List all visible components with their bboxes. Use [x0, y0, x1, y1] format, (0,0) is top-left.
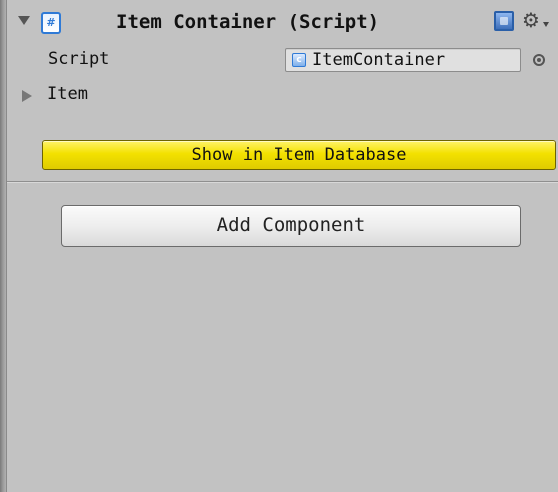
object-picker-icon[interactable]	[533, 54, 545, 66]
script-file-icon: c	[292, 53, 306, 67]
csharp-script-icon: #	[41, 12, 61, 34]
component-title: Item Container (Script)	[116, 11, 380, 33]
add-component-button[interactable]: Add Component	[61, 205, 521, 247]
script-object-field[interactable]: c ItemContainer	[285, 48, 521, 72]
help-book-icon[interactable]	[494, 11, 514, 31]
component-divider	[7, 181, 558, 183]
inspector-panel: # Item Container (Script) ⚙ Script c Ite…	[0, 0, 558, 492]
component-header[interactable]: # Item Container (Script) ⚙	[18, 4, 558, 40]
item-foldout-label[interactable]: Item	[47, 84, 88, 104]
panel-left-border	[0, 0, 7, 492]
foldout-collapsed-icon[interactable]	[22, 90, 32, 102]
gear-icon[interactable]: ⚙	[522, 8, 540, 32]
show-in-item-database-button[interactable]: Show in Item Database	[42, 140, 556, 170]
script-field-value: ItemContainer	[312, 50, 446, 70]
chevron-down-icon[interactable]	[543, 22, 549, 27]
foldout-expanded-icon[interactable]	[18, 16, 30, 25]
script-field-label: Script	[48, 49, 110, 69]
